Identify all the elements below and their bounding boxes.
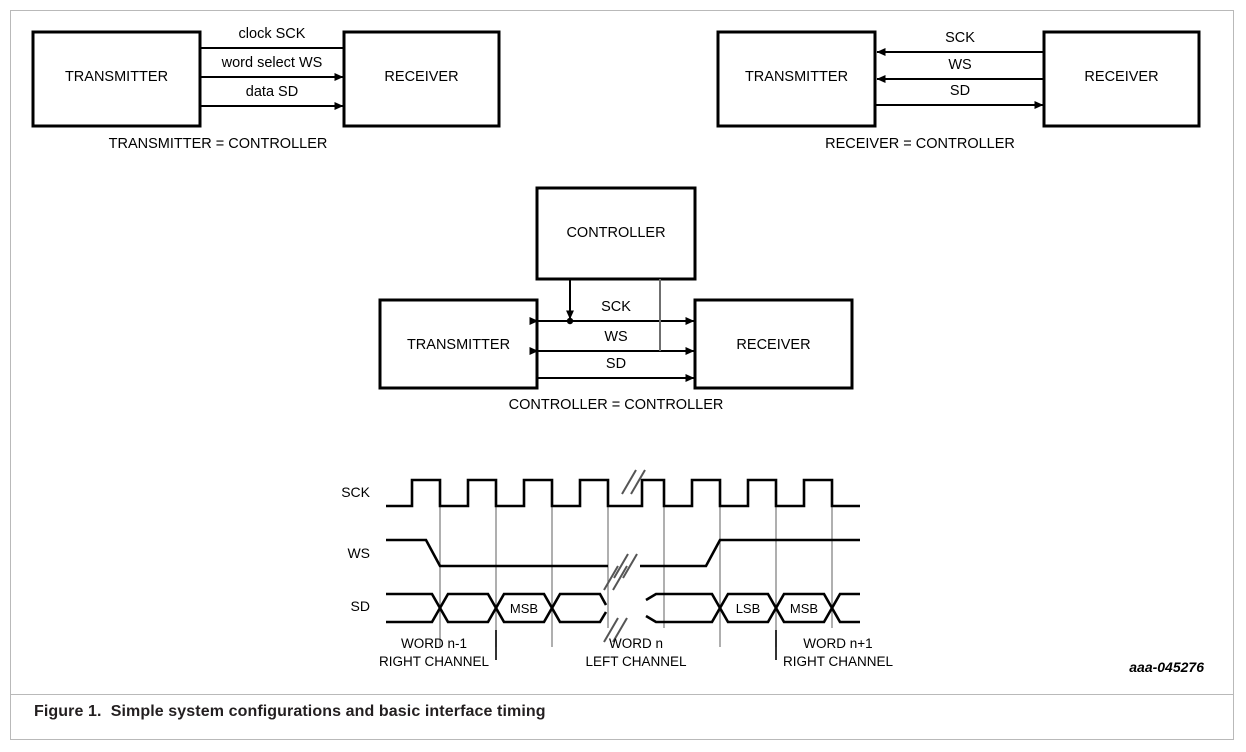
config-label-1: TRANSMITTER = CONTROLLER (109, 136, 328, 152)
diagram-external-controller: CONTROLLER TRANSMITTER RECEIVER SCK WS S… (378, 186, 854, 413)
config-label-3: CONTROLLER = CONTROLLER (509, 397, 724, 413)
figure-caption-text: Simple system configurations and basic i… (110, 703, 546, 720)
word-name-0: WORD n-1 (401, 636, 467, 651)
transmitter-box-label: TRANSMITTER (65, 69, 168, 85)
transmitter-box-2-label: TRANSMITTER (745, 69, 848, 85)
bit-marker-msb-2: MSB (790, 601, 818, 616)
receiver-box-2-label: RECEIVER (1084, 69, 1158, 85)
word-captions: WORD n-1 RIGHT CHANNEL WORD n LEFT CHANN… (379, 636, 894, 669)
signal-label-ws-2: WS (948, 57, 971, 73)
signal-label-sck: clock SCK (239, 26, 306, 42)
waveform-label-sck: SCK (341, 484, 370, 500)
figure-container: TRANSMITTER RECEIVER clock SCK word sele… (0, 0, 1246, 752)
transmitter-box-3-label: TRANSMITTER (407, 337, 510, 353)
waveform-label-ws: WS (347, 545, 370, 561)
sck-junction-dot (566, 317, 574, 325)
word-channel-2: RIGHT CHANNEL (783, 654, 894, 669)
bit-marker-msb-1: MSB (510, 601, 538, 616)
signal-label-sck-3: SCK (601, 299, 631, 315)
waveform-ws-right (640, 538, 860, 568)
signal-label-sd-3: SD (606, 356, 626, 372)
receiver-box-label: RECEIVER (384, 69, 458, 85)
timing-guide-lines (439, 506, 833, 647)
artwork-number: aaa-045276 (1129, 659, 1204, 675)
signal-label-sd-2: SD (950, 83, 970, 99)
controller-box-label: CONTROLLER (566, 225, 665, 241)
config-label-2: RECEIVER = CONTROLLER (825, 136, 1015, 152)
waveform-sd (386, 592, 860, 624)
signal-label-sck-2: SCK (945, 30, 975, 46)
figure-artwork: TRANSMITTER RECEIVER clock SCK word sele… (31, 26, 1201, 669)
figure-caption-number: Figure 1. (34, 703, 102, 720)
signal-label-ws-3: WS (604, 329, 627, 345)
word-channel-1: LEFT CHANNEL (585, 654, 687, 669)
figure-caption: Figure 1. Simple system configurations a… (34, 703, 546, 721)
signal-label-sd: data SD (246, 84, 298, 100)
signal-label-ws: word select WS (221, 55, 323, 71)
diagram-transmitter-is-controller: TRANSMITTER RECEIVER clock SCK word sele… (31, 26, 501, 152)
receiver-box-3-label: RECEIVER (736, 337, 810, 353)
word-name-2: WORD n+1 (803, 636, 872, 651)
diagram-receiver-is-controller: TRANSMITTER RECEIVER SCK WS SD RECEIVER … (716, 30, 1201, 152)
bit-marker-lsb: LSB (736, 601, 761, 616)
word-channel-0: RIGHT CHANNEL (379, 654, 490, 669)
caption-gap (102, 703, 111, 720)
waveform-ws-left (386, 538, 608, 568)
timing-diagram: SCK WS SD MSB LSB MSB WORD n-1 RIGHT CHA… (341, 469, 894, 669)
word-name-1: WORD n (609, 636, 663, 651)
waveform-label-sd: SD (351, 598, 370, 614)
